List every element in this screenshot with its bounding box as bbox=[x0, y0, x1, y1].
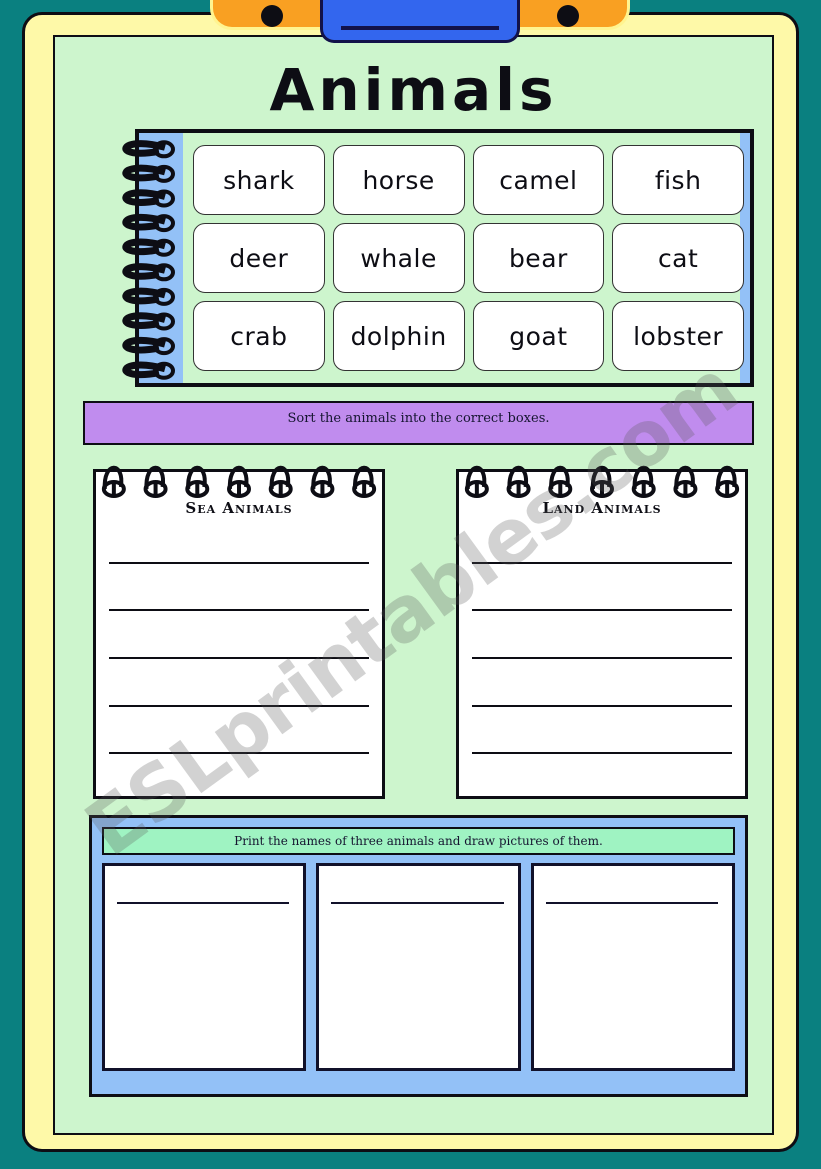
write-line[interactable] bbox=[109, 656, 369, 659]
instruction-bar-draw: Print the names of three animals and dra… bbox=[102, 827, 735, 855]
draw-box-name-line[interactable] bbox=[331, 902, 504, 904]
sorting-section: Sea Animals Land Animals bbox=[93, 459, 748, 799]
draw-box-name-line[interactable] bbox=[117, 902, 290, 904]
draw-boxes-row bbox=[102, 863, 735, 1071]
word-card[interactable]: dolphin bbox=[332, 301, 465, 371]
name-blank-line[interactable] bbox=[341, 26, 499, 30]
word-card[interactable]: shark bbox=[193, 145, 325, 215]
name-tab[interactable] bbox=[320, 0, 520, 43]
instruction-bar-sort: Sort the animals into the correct boxes. bbox=[83, 401, 754, 445]
page-title: Animals bbox=[269, 56, 558, 124]
notebook-top-header bbox=[210, 0, 630, 43]
word-card[interactable]: fish bbox=[612, 145, 744, 215]
notepad-heading: Land Animals bbox=[542, 499, 662, 517]
word-bank-panel: shark horse camel fish deer whale bear c… bbox=[135, 129, 754, 387]
draw-box-name-line[interactable] bbox=[545, 902, 718, 904]
word-card[interactable]: goat bbox=[472, 301, 605, 371]
word-card[interactable]: bear bbox=[472, 223, 605, 293]
worksheet-page: Animals shark horse camel fish deer whal… bbox=[53, 35, 774, 1135]
binding-strip-left bbox=[139, 133, 183, 383]
write-line[interactable] bbox=[109, 561, 369, 564]
punch-hole-icon-right bbox=[557, 5, 579, 27]
draw-box[interactable] bbox=[102, 863, 307, 1071]
word-card[interactable]: camel bbox=[472, 145, 605, 215]
draw-box[interactable] bbox=[530, 863, 735, 1071]
write-line[interactable] bbox=[472, 609, 732, 612]
write-line[interactable] bbox=[472, 704, 732, 707]
word-card[interactable]: cat bbox=[612, 223, 744, 293]
write-line[interactable] bbox=[472, 656, 732, 659]
word-card[interactable]: whale bbox=[332, 223, 465, 293]
draw-box[interactable] bbox=[316, 863, 521, 1071]
write-line[interactable] bbox=[472, 752, 732, 755]
write-line[interactable] bbox=[109, 752, 369, 755]
write-line[interactable] bbox=[109, 609, 369, 612]
word-card[interactable]: deer bbox=[193, 223, 325, 293]
word-card[interactable]: crab bbox=[193, 301, 325, 371]
write-lines-land bbox=[472, 539, 732, 777]
instruction-text-draw: Print the names of three animals and dra… bbox=[234, 834, 603, 848]
page-frame: Animals shark horse camel fish deer whal… bbox=[22, 12, 799, 1152]
word-card[interactable]: lobster bbox=[612, 301, 744, 371]
notepad-land-animals: Land Animals bbox=[456, 459, 748, 799]
word-bank-section: shark horse camel fish deer whale bear c… bbox=[102, 129, 754, 387]
notepad-heading: Sea Animals bbox=[185, 499, 293, 517]
write-lines-sea bbox=[109, 539, 369, 777]
instruction-text-sort: Sort the animals into the correct boxes. bbox=[287, 410, 550, 426]
word-bank-grid: shark horse camel fish deer whale bear c… bbox=[191, 141, 746, 375]
write-line[interactable] bbox=[109, 704, 369, 707]
draw-section: Print the names of three animals and dra… bbox=[89, 815, 748, 1097]
write-line[interactable] bbox=[472, 561, 732, 564]
punch-hole-icon-left bbox=[261, 5, 283, 27]
word-card[interactable]: horse bbox=[332, 145, 465, 215]
notepad-sea-animals: Sea Animals bbox=[93, 459, 385, 799]
